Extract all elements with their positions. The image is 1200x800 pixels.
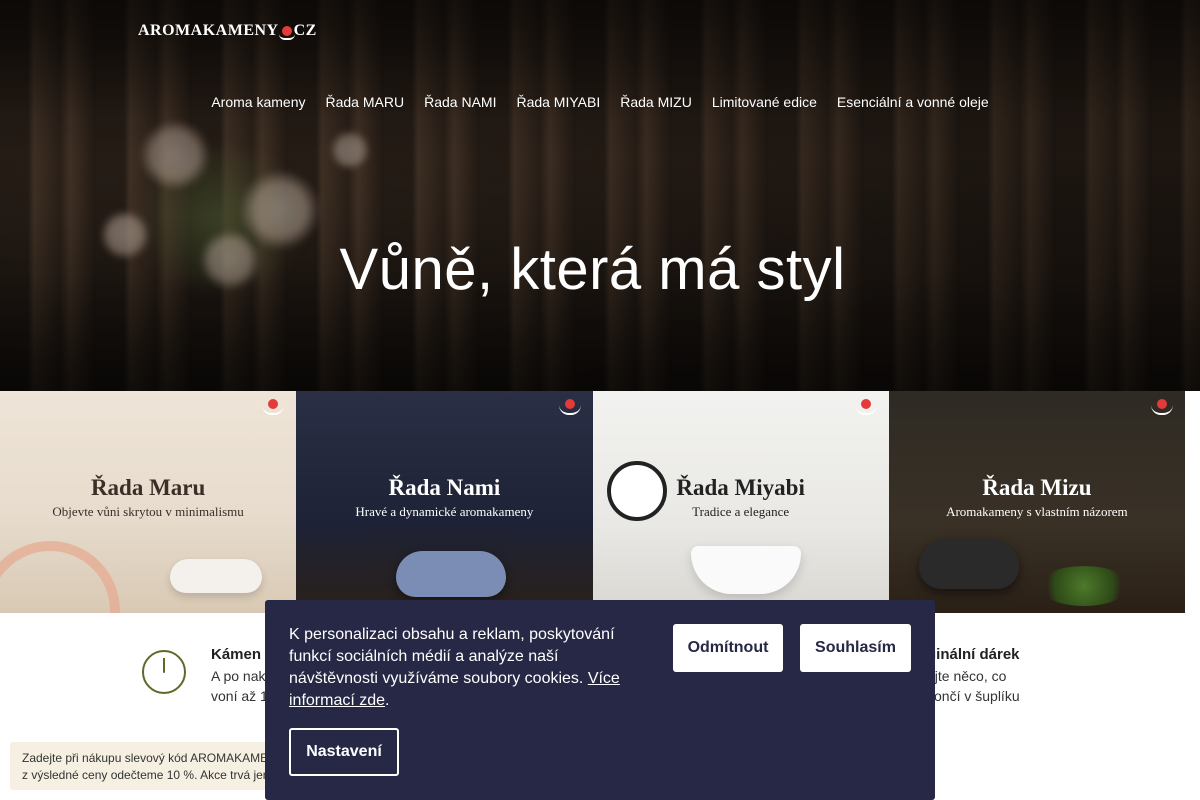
nav-item-rada-mizu[interactable]: Řada MIZU [620,94,692,110]
brand-mark-icon [558,399,581,415]
cookie-message: K personalizaci obsahu a reklam, poskyto… [289,626,615,687]
aroma-stone [918,539,1019,589]
cookie-text-end: . [385,692,390,709]
nav-item-rada-nami[interactable]: Řada NAMI [424,94,496,110]
hero-title: Vůně, která má styl [339,237,846,302]
tile-rada-maru[interactable]: Řada Maru Objevte vůni skrytou v minimal… [0,391,297,613]
tile-rada-nami[interactable]: Řada Nami Hravé a dynamické aromakameny [296,391,593,613]
nav-item-limitovane-edice[interactable]: Limitované edice [712,94,817,110]
nav-item-rada-maru[interactable]: Řada MARU [326,94,405,110]
nav-item-rada-miyabi[interactable]: Řada MIYABI [516,94,600,110]
aroma-stone [690,546,801,594]
search-icon[interactable] [923,22,943,42]
benefit-text-line: končí v šuplíku [927,688,1020,704]
page: AROMAKAMENY CZ Aroma kameny Řada MARU Řad… [0,0,1200,800]
logo-text: AROMAKAMENY [138,22,279,39]
tile-title: Řada Nami [388,475,501,500]
aroma-stone [170,559,262,593]
hero-banner: AROMAKAMENY CZ Aroma kameny Řada MARU Řad… [0,0,1200,391]
decline-button[interactable]: Odmítnout [673,624,783,672]
tile-rada-mizu[interactable]: Řada Mizu Aromakameny s vlastním názorem [888,391,1185,613]
benefit-title: ginální dárek [927,646,1020,663]
benefit-title: Kámen [211,646,262,663]
tile-subtitle: Tradice a elegance [692,504,790,519]
benefit-text-line: voní až 1 [211,688,268,704]
benefit-text: ujte něco, co končí v šuplíku [927,666,1020,706]
tile-subtitle: Aromakameny s vlastním názorem [946,504,1128,519]
tile-title: Řada Mizu [982,475,1092,500]
tile-title: Řada Maru [90,475,206,500]
promo-line: Zadejte při nákupu slevový kód AROMAKAME… [22,751,277,765]
accept-button[interactable]: Souhlasím [800,624,911,672]
cookie-banner: K personalizaci obsahu a reklam, poskyto… [265,600,935,800]
brand-mark-icon [1151,399,1173,415]
logo-mark-icon [278,26,295,40]
settings-button[interactable]: Nastavení [289,728,399,776]
brand-mark-icon [262,399,285,415]
top-bar: AROMAKAMENY CZ [0,0,1200,64]
product-line-tiles: Řada Maru Objevte vůni skrytou v minimal… [0,391,1185,613]
nav-item-esencialni-oleje[interactable]: Esenciální a vonné oleje [837,94,989,110]
site-logo[interactable]: AROMAKAMENY CZ [138,22,317,40]
tile-subtitle: Hravé a dynamické aromakameny [355,504,534,519]
herbs-decor [1038,566,1129,606]
promo-line: z výsledné ceny odečteme 10 %. Akce trvá… [22,768,270,782]
cart-icon[interactable] [1035,22,1055,42]
tile-rada-miyabi[interactable]: Řada Miyabi Tradice a elegance [592,391,889,613]
benefit-text-line: A po nak [211,668,266,684]
nav-item-aroma-kameny[interactable]: Aroma kameny [211,94,305,110]
benefit-text: A po nak voní až 1 [211,666,268,706]
user-icon[interactable] [979,22,999,42]
clock-icon [142,650,186,694]
cookie-text: K personalizaci obsahu a reklam, poskyto… [289,624,639,712]
brand-mark-icon [854,399,877,415]
main-nav: Aroma kameny Řada MARU Řada NAMI Řada MI… [0,94,1200,110]
tile-subtitle: Objevte vůni skrytou v minimalismu [52,504,244,519]
rainbow-decor [0,541,120,613]
logo-tld: CZ [293,22,317,39]
tile-title: Řada Miyabi [676,475,805,500]
aroma-stone [396,551,507,597]
benefit-text-line: ujte něco, co [927,668,1007,684]
